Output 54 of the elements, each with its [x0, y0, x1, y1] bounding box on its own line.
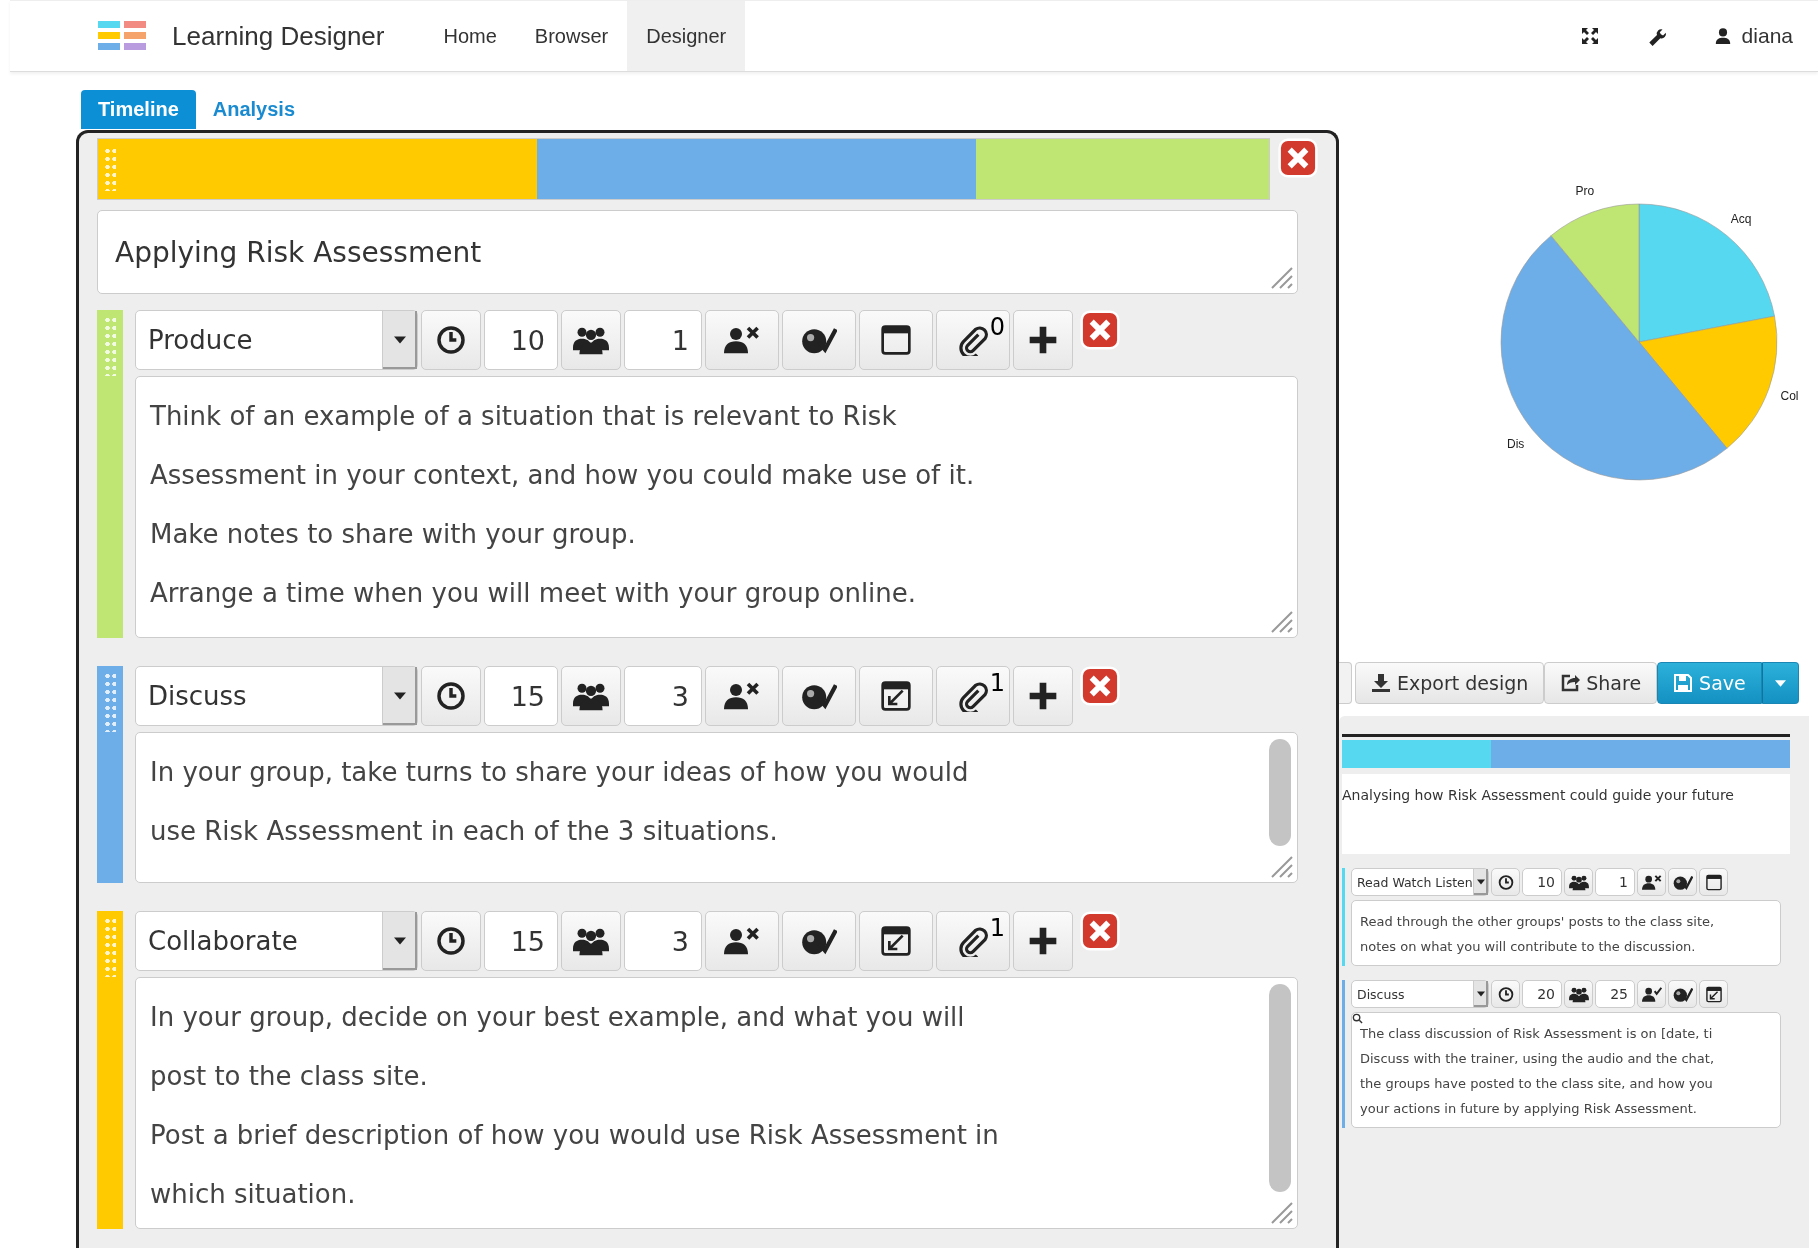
activity-type-select[interactable]: Produce [135, 310, 418, 370]
description-line: The class discussion of Risk Assessment is on [date, ti [1360, 1025, 1714, 1043]
slice-label: Dis [1507, 437, 1525, 451]
description-line: Post a brief description of how you would use Risk Assessment in [150, 1119, 1000, 1152]
nav-link[interactable]: Home [424, 1, 516, 71]
description-line: notes on what you will contribute to the discussion. [1360, 938, 1697, 956]
activity-description-field[interactable]: In your group, decide on your best example, and what you will post to the class site. Post a brief description of how you would use Risk Assessment in which situation. [135, 977, 1298, 1229]
group-size-field[interactable]: 1 [1595, 868, 1635, 896]
attachments-button[interactable]: 1 [936, 666, 1010, 726]
app-title: Learning Designer [172, 20, 385, 52]
view-tab[interactable]: Analysis [195, 89, 313, 129]
session-title-field[interactable]: Analysing how Risk Assessment could guide your future [1342, 774, 1790, 854]
description-line: Think of an example of a situation that is relevant to Risk [150, 400, 898, 433]
action-button[interactable]: Share [1544, 662, 1658, 704]
description-line: Make notes to share with your group. [150, 518, 637, 551]
action-button[interactable]: Export design [1355, 662, 1545, 704]
group-size-field[interactable]: 25 [1595, 980, 1635, 1008]
description-line: Discuss with the trainer, using the audio and the chat, [1360, 1050, 1715, 1068]
session-title: Analysing how Risk Assessment could guide your future [1342, 787, 1734, 803]
user-menu[interactable]: diana [1713, 24, 1793, 48]
description-line: In your group, decide on your best example, and what you will [150, 1001, 966, 1034]
description-line: Arrange a time when you will meet with your group online. [150, 577, 918, 610]
nav-link[interactable]: Designer [627, 1, 746, 71]
duration-field[interactable]: 15 [484, 911, 558, 971]
attachments-button[interactable]: 0 [936, 310, 1010, 370]
description-line: which situation. [150, 1178, 357, 1211]
slice-label: Pro [1575, 184, 1595, 199]
slice-label: Col [1780, 389, 1799, 404]
view-tab[interactable]: Timeline [81, 89, 196, 129]
activity-type-select[interactable]: Collaborate [135, 911, 418, 971]
description-line: Read through the other groups' posts to the class site, [1360, 913, 1716, 931]
description-line: Assessment in your context, and how you could make use of it. [150, 459, 976, 492]
session-title-field[interactable]: Applying Risk Assessment [97, 210, 1298, 294]
description-line: the groups have posted to the class site, and how you [1360, 1075, 1714, 1093]
duration-field[interactable]: 15 [484, 666, 558, 726]
activity-type-select[interactable]: Discuss [1351, 980, 1489, 1008]
group-size-field[interactable]: 3 [624, 911, 702, 971]
description-line: your actions in future by applying Risk Assessment. [1360, 1100, 1698, 1118]
slice-label: Acq [1730, 211, 1752, 226]
activity-type-select[interactable]: Discuss [135, 666, 418, 726]
description-line: In your group, take turns to share your ideas of how you would [150, 756, 970, 789]
session-title: Applying Risk Assessment [115, 235, 482, 269]
description-line: use Risk Assessment in each of the 3 situations. [150, 815, 779, 848]
nav-link[interactable]: Browser [515, 1, 628, 71]
attachments-button[interactable]: 1 [936, 911, 1010, 971]
group-size-field[interactable]: 1 [624, 310, 702, 370]
duration-field[interactable]: 10 [1522, 868, 1562, 896]
description-line: post to the class site. [150, 1060, 429, 1093]
duration-field[interactable]: 20 [1522, 980, 1562, 1008]
activity-description-field[interactable]: Read through the other groups' posts to the class site, notes on what you will contribute to the discussion. [1351, 900, 1781, 966]
activity-type-select[interactable]: Read Watch Listen [1351, 868, 1489, 896]
activity-description-field[interactable]: In your group, take turns to share your ideas of how you would use Risk Assessment in each of the 3 situations. [135, 732, 1298, 883]
duration-field[interactable]: 10 [484, 310, 558, 370]
group-size-field[interactable]: 3 [624, 666, 702, 726]
